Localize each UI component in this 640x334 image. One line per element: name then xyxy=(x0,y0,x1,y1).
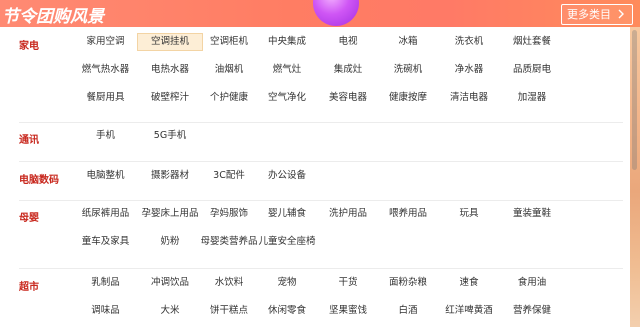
category-link[interactable]: 电视 xyxy=(322,33,374,51)
category-link[interactable]: 燃气热水器 xyxy=(68,61,143,79)
category-link[interactable]: 婴儿辅食 xyxy=(258,205,316,223)
category-link[interactable]: 5G手机 xyxy=(137,127,203,145)
category-link[interactable]: 空气净化 xyxy=(258,89,316,107)
category-link[interactable]: 加湿器 xyxy=(503,89,561,107)
category-link[interactable]: 孕婴床上用品 xyxy=(137,205,203,223)
category-link[interactable]: 冲调饮品 xyxy=(137,274,203,292)
category-link[interactable]: 洗衣机 xyxy=(441,33,497,51)
category-section: 母婴 纸尿裤用品 孕婴床上用品 孕妈服饰 婴儿辅食 洗护用品 喂养用品 玩具 童装童鞋童车及家具… xyxy=(0,208,630,265)
category-link[interactable]: 食用油 xyxy=(503,274,561,292)
category-link[interactable]: 燃气灶 xyxy=(258,61,316,79)
category-link[interactable]: 破壁榨汁 xyxy=(137,89,203,107)
section-title[interactable]: 母婴 xyxy=(19,209,39,224)
category-link[interactable]: 喂养用品 xyxy=(382,205,434,223)
category-link[interactable]: 电热水器 xyxy=(137,61,203,79)
category-link[interactable]: 乳制品 xyxy=(68,274,143,292)
category-link[interactable]: 洗护用品 xyxy=(322,205,374,223)
category-link[interactable]: 坚果蜜饯 xyxy=(322,302,374,320)
category-link[interactable]: 纸尿裤用品 xyxy=(68,205,143,223)
category-link[interactable]: 宠物 xyxy=(258,274,316,292)
category-link[interactable]: 餐厨用具 xyxy=(68,89,143,107)
category-link[interactable]: 3C配件 xyxy=(200,167,258,185)
section-title[interactable]: 电脑数码 xyxy=(19,171,59,186)
category-link[interactable]: 办公设备 xyxy=(258,167,316,185)
category-link[interactable]: 儿童安全座椅 xyxy=(258,233,316,251)
category-link[interactable]: 中央集成 xyxy=(258,33,316,51)
category-link[interactable]: 奶粉 xyxy=(137,233,203,251)
category-link[interactable]: 速食 xyxy=(441,274,497,292)
more-categories-button[interactable]: 更多类目 xyxy=(561,4,633,25)
category-link[interactable]: 饼干糕点 xyxy=(200,302,258,320)
category-section: 超市 乳制品 冲调饮品 水饮料 宠物 干货 面粉杂粮 速食 食用油调味品 大米 饼干糕点 休闲零食 坚果… xyxy=(0,277,630,334)
category-link[interactable]: 孕妈服饰 xyxy=(200,205,258,223)
category-link[interactable]: 个护健康 xyxy=(200,89,258,107)
category-panel: 家电 家用空调 空调挂机 空调柜机 中央集成 电视 冰箱 洗衣机 烟灶套餐燃气热水器 电热水器 油烟… xyxy=(0,27,630,327)
banner-decor-ball xyxy=(313,0,359,26)
chevron-right-icon xyxy=(618,9,624,19)
category-link[interactable]: 玩具 xyxy=(441,205,497,223)
category-link[interactable]: 面粉杂粮 xyxy=(382,274,434,292)
section-divider xyxy=(19,161,623,162)
category-section: 通讯 手机 5G手机 xyxy=(0,130,630,159)
section-title[interactable]: 通讯 xyxy=(19,131,39,146)
category-link[interactable]: 水饮料 xyxy=(200,274,258,292)
promo-banner[interactable]: 节令团购风景 更多类目 xyxy=(0,0,640,27)
category-link[interactable]: 手机 xyxy=(68,127,143,145)
category-link[interactable]: 油烟机 xyxy=(200,61,258,79)
category-link[interactable]: 美容电器 xyxy=(322,89,374,107)
category-section: 电脑数码 电脑整机 摄影器材 3C配件 办公设备 xyxy=(0,170,630,199)
section-title[interactable]: 家电 xyxy=(19,37,39,52)
category-link[interactable]: 红洋啤黄酒 xyxy=(441,302,497,320)
section-divider xyxy=(19,122,623,123)
category-link[interactable]: 大米 xyxy=(137,302,203,320)
category-link[interactable]: 空调柜机 xyxy=(200,33,258,51)
scrollbar-thumb[interactable] xyxy=(632,30,637,170)
category-link[interactable]: 摄影器材 xyxy=(137,167,203,185)
category-link[interactable]: 干货 xyxy=(322,274,374,292)
more-categories-label: 更多类目 xyxy=(567,8,611,21)
category-link[interactable]: 休闲零食 xyxy=(258,302,316,320)
category-link[interactable]: 清洁电器 xyxy=(441,89,497,107)
section-divider xyxy=(19,268,623,269)
category-link[interactable]: 净水器 xyxy=(441,61,497,79)
category-link[interactable]: 空调挂机 xyxy=(137,33,203,51)
category-link[interactable]: 洗碗机 xyxy=(382,61,434,79)
banner-logo: 节令团购风景 xyxy=(2,7,104,27)
category-link[interactable]: 调味品 xyxy=(68,302,143,320)
category-link[interactable]: 童装童鞋 xyxy=(503,205,561,223)
category-link[interactable]: 冰箱 xyxy=(382,33,434,51)
category-section: 家电 家用空调 空调挂机 空调柜机 中央集成 电视 冰箱 洗衣机 烟灶套餐燃气热水器 电热水器 油烟… xyxy=(0,33,630,121)
category-link[interactable]: 童车及家具 xyxy=(68,233,143,251)
category-link[interactable]: 集成灶 xyxy=(322,61,374,79)
category-link[interactable]: 电脑整机 xyxy=(68,167,143,185)
section-divider xyxy=(19,200,623,201)
category-link[interactable]: 烟灶套餐 xyxy=(503,33,561,51)
category-link[interactable]: 家用空调 xyxy=(68,33,143,51)
section-title[interactable]: 超市 xyxy=(19,278,39,293)
category-link[interactable]: 母婴类营养品 xyxy=(200,233,258,251)
category-link[interactable]: 营养保健 xyxy=(503,302,561,320)
category-link[interactable]: 白酒 xyxy=(382,302,434,320)
category-link[interactable]: 健康按摩 xyxy=(382,89,434,107)
category-link[interactable]: 品质厨电 xyxy=(503,61,561,79)
